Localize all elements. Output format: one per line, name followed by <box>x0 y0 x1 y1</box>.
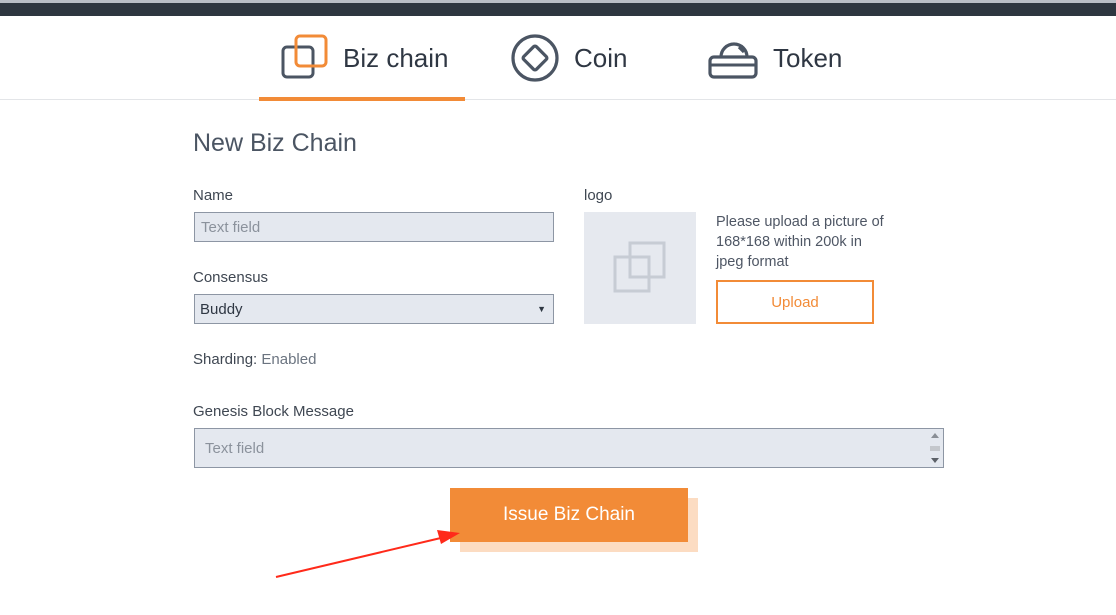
issue-biz-chain-button[interactable]: Issue Biz Chain <box>450 488 688 542</box>
sharding-label: Sharding: <box>193 351 258 368</box>
coin-icon <box>510 33 560 83</box>
name-label: Name <box>193 187 234 204</box>
tab-biz-chain[interactable]: Biz chain <box>259 16 465 101</box>
sharding-value: Enabled <box>261 351 317 368</box>
token-icon <box>707 35 759 81</box>
page-title: New Biz Chain <box>193 129 357 157</box>
tab-token[interactable]: Token <box>707 16 877 100</box>
scroll-thumb[interactable] <box>930 446 940 451</box>
logo-label: logo <box>584 187 613 204</box>
scroll-down-icon[interactable] <box>931 458 939 463</box>
logo-preview[interactable] <box>584 212 696 324</box>
browser-top-bar <box>0 0 1116 16</box>
chevron-down-icon: ▼ <box>537 304 546 314</box>
tab-coin[interactable]: Coin <box>510 16 660 100</box>
consensus-select[interactable]: Buddy ▼ <box>194 294 554 324</box>
genesis-message-textarea[interactable]: Text field <box>194 428 944 468</box>
logo-upload-hint: Please upload a picture of 168*168 withi… <box>716 214 884 270</box>
browser-top-bar-edge <box>0 0 1116 3</box>
upload-button[interactable]: Upload <box>716 280 874 324</box>
genesis-label: Genesis Block Message <box>193 403 354 420</box>
consensus-value: Buddy <box>200 300 243 318</box>
tab-bar: Biz chain Coin Token <box>0 16 1116 101</box>
name-input[interactable]: Text field <box>194 212 554 242</box>
scroll-up-icon[interactable] <box>931 433 939 438</box>
tab-label: Biz chain <box>343 42 449 73</box>
consensus-label: Consensus <box>193 269 269 286</box>
active-tab-indicator <box>259 97 465 101</box>
biz-chain-icon <box>281 34 329 82</box>
image-placeholder-icon <box>613 241 666 293</box>
sharding-status: Sharding: Enabled <box>193 351 316 368</box>
textarea-scrollbar[interactable] <box>929 431 941 465</box>
tab-label: Token <box>773 42 843 73</box>
genesis-placeholder: Text field <box>205 439 265 457</box>
tab-label: Coin <box>574 42 628 73</box>
